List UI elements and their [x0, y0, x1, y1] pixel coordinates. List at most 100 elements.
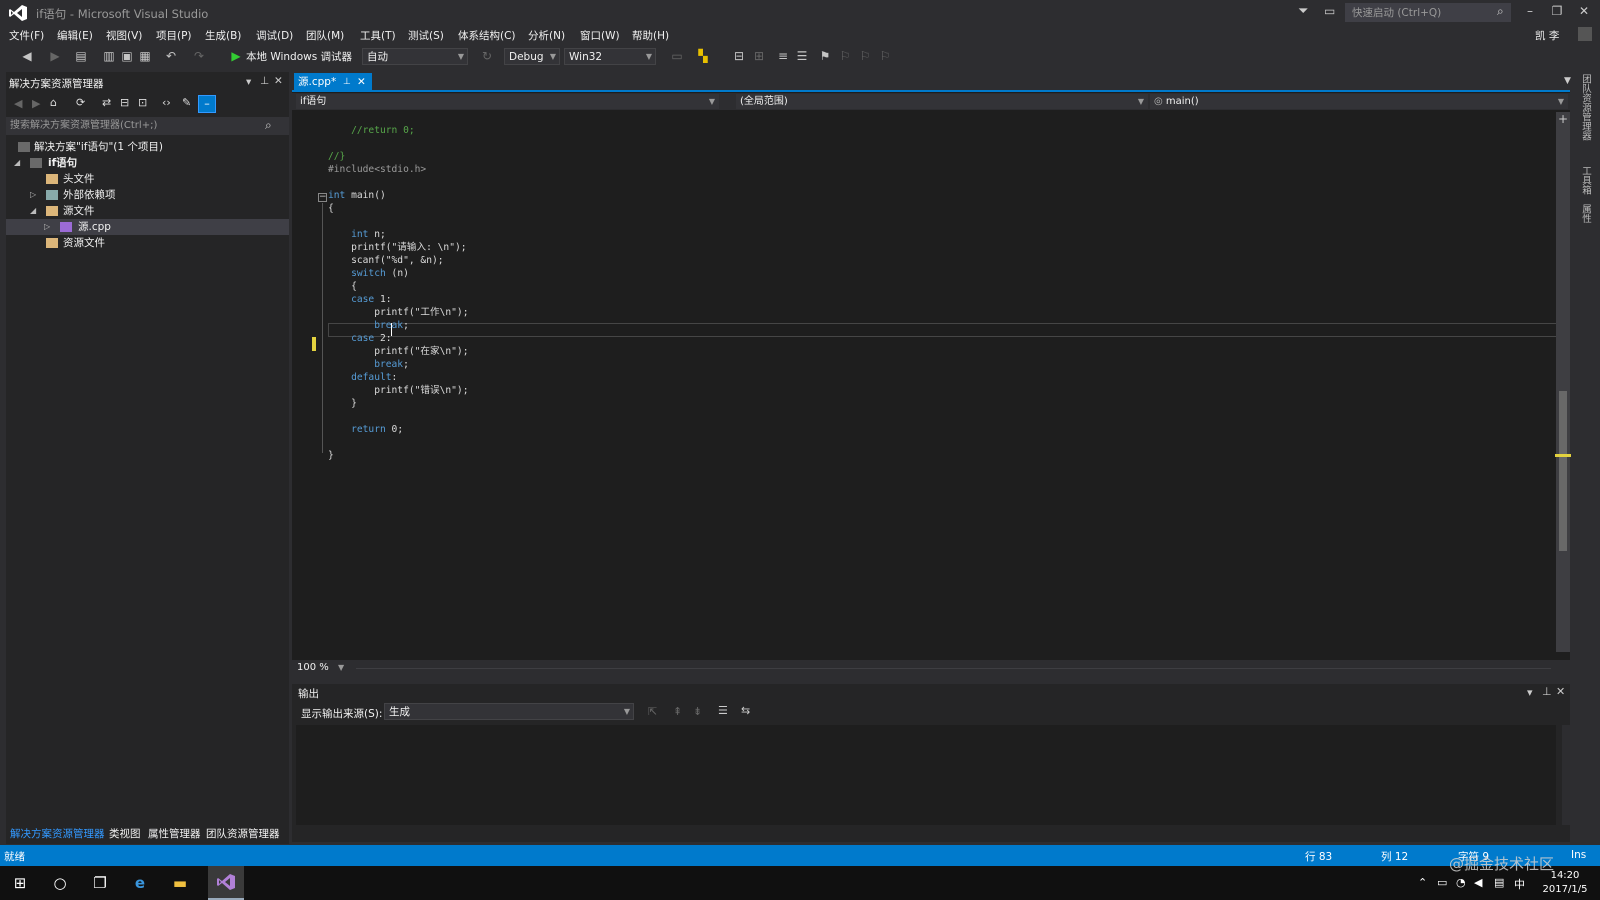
code-line[interactable]: #include<stdio.h>	[328, 163, 426, 176]
start-debug-icon[interactable]: ▶	[229, 49, 243, 63]
code-line[interactable]: int main()	[328, 189, 386, 202]
clear-bookmark-icon[interactable]: ⚐	[878, 49, 892, 63]
ime-indicator[interactable]: 中	[1514, 876, 1525, 892]
rail-team-explorer[interactable]: 团队资源管理器	[1578, 74, 1592, 141]
open-file-icon[interactable]: ▥	[102, 49, 116, 63]
preview-selected-icon[interactable]: –	[198, 95, 216, 113]
collapse-triangle-icon[interactable]: ▷	[44, 219, 50, 235]
feedback-icon[interactable]: ▭	[1324, 4, 1335, 18]
menu-edit[interactable]: 编辑(E)	[57, 28, 93, 43]
code-line[interactable]: printf("在家\n");	[328, 345, 468, 358]
code-line[interactable]: break;	[328, 319, 409, 332]
save-all-icon[interactable]: ▦	[138, 49, 152, 63]
attach-icon[interactable]: ▭	[670, 49, 684, 63]
indent-icon[interactable]: ≡	[776, 49, 790, 63]
rail-toolbox[interactable]: 工具箱	[1578, 166, 1592, 195]
expand-triangle-icon[interactable]: ◢	[14, 155, 20, 171]
code-line[interactable]: case 1:	[328, 293, 391, 306]
tree-item-project[interactable]: ◢ if语句	[6, 155, 289, 171]
bookmark-icon[interactable]: ⚑	[818, 49, 832, 63]
tree-item-solution[interactable]: 解决方案"if语句"(1 个项目)	[6, 139, 289, 155]
tree-item-source-files[interactable]: ◢ 源文件	[6, 203, 289, 219]
start-debug-button[interactable]: 本地 Windows 调试器	[246, 49, 352, 64]
menu-tools[interactable]: 工具(T)	[360, 28, 396, 43]
build-config-combo[interactable]: Debug ▼	[504, 48, 560, 65]
redo-icon[interactable]: ↷	[192, 49, 206, 63]
panel-menu-icon[interactable]: ▾	[246, 76, 251, 88]
properties-icon[interactable]: ✎	[182, 96, 191, 109]
menu-window[interactable]: 窗口(W)	[580, 28, 620, 43]
horizontal-scrollbar[interactable]	[356, 668, 1551, 669]
tab-overflow-icon[interactable]: ▼	[1564, 76, 1571, 86]
home-icon[interactable]: ⌂	[50, 96, 57, 109]
code-line[interactable]: {	[328, 280, 357, 293]
code-line[interactable]: {	[328, 202, 334, 215]
avatar[interactable]	[1578, 27, 1592, 41]
panel-menu-icon[interactable]: ▾	[1527, 686, 1533, 699]
scrollbar-thumb[interactable]	[1559, 391, 1567, 551]
tree-item-resource-files[interactable]: 资源文件	[6, 235, 289, 251]
task-view-icon[interactable]: ❐	[88, 872, 112, 894]
tree-item-source-cpp[interactable]: ▷ 源.cpp	[6, 219, 289, 235]
prev-bookmark-icon[interactable]: ⚐	[838, 49, 852, 63]
back-icon[interactable]: ◀	[14, 97, 22, 110]
code-line[interactable]: case 2:	[328, 332, 391, 345]
solution-search-input[interactable]: 搜索解决方案资源管理器(Ctrl+;)	[6, 117, 289, 135]
expand-triangle-icon[interactable]: ◢	[30, 203, 36, 219]
next-message-icon[interactable]: ⇟	[693, 705, 702, 718]
close-button[interactable]: ✕	[1573, 4, 1595, 22]
code-line[interactable]: }	[328, 449, 334, 462]
show-all-files-icon[interactable]: ⊡	[138, 96, 147, 109]
find-message-icon[interactable]: ⇱	[648, 705, 657, 718]
close-icon[interactable]: ✕	[274, 75, 283, 87]
member-nav-combo[interactable]: ◎ main() ▼	[1150, 94, 1568, 109]
close-icon[interactable]: ✕	[1556, 685, 1565, 698]
menu-debug[interactable]: 调试(D)	[256, 28, 293, 43]
output-text-area[interactable]	[296, 725, 1556, 825]
view-code-icon[interactable]: ‹›	[162, 96, 171, 109]
windows-start-icon[interactable]: ⊞	[8, 872, 32, 894]
collapse-triangle-icon[interactable]: ▷	[30, 187, 36, 203]
code-line[interactable]: switch (n)	[328, 267, 409, 280]
close-icon[interactable]: ✕	[357, 73, 366, 91]
chevron-down-icon[interactable]: ▼	[338, 663, 344, 672]
new-project-icon[interactable]: ▤	[74, 49, 88, 63]
prev-message-icon[interactable]: ⇞	[673, 705, 682, 718]
code-line[interactable]: break;	[328, 358, 409, 371]
scope-nav-combo[interactable]: (全局范围) ▼	[736, 94, 1148, 109]
pin-icon[interactable]: ⊥	[343, 73, 351, 91]
uncomment-icon[interactable]: ⊞	[752, 49, 766, 63]
network-icon[interactable]: ◔	[1456, 876, 1466, 889]
zoom-level[interactable]: 100 %	[297, 662, 329, 673]
code-line[interactable]: return 0;	[328, 423, 403, 436]
action-center-icon[interactable]: ▤	[1494, 876, 1504, 889]
output-scrollbar[interactable]	[1562, 725, 1570, 825]
tab-source-cpp[interactable]: 源.cpp* ⊥ ✕	[294, 73, 372, 91]
menu-test[interactable]: 测试(S)	[408, 28, 444, 43]
filter-icon[interactable]: ⏷	[1298, 4, 1308, 19]
file-explorer-icon[interactable]: ▬	[168, 872, 192, 894]
search-icon[interactable]: ⌕	[265, 118, 272, 133]
pin-icon[interactable]: ⊥	[1542, 685, 1552, 698]
code-line[interactable]: //return 0;	[328, 124, 415, 137]
sync-icon[interactable]: ⟳	[76, 96, 85, 109]
menu-view[interactable]: 视图(V)	[106, 28, 142, 43]
output-source-combo[interactable]: 生成 ▼	[384, 703, 634, 720]
rail-properties[interactable]: 属性	[1578, 204, 1592, 223]
edge-icon[interactable]: e	[128, 872, 152, 894]
minimize-button[interactable]: –	[1519, 4, 1541, 22]
search-icon[interactable]: ⌕	[1497, 4, 1504, 19]
tab-class-view[interactable]: 类视图	[109, 826, 141, 841]
project-nav-combo[interactable]: if语句 ▼	[296, 94, 719, 109]
word-wrap-icon[interactable]: ⇆	[741, 704, 750, 717]
code-line[interactable]: printf("工作\n");	[328, 306, 468, 319]
find-icon[interactable]: ▚	[696, 49, 710, 63]
forward-icon[interactable]: ▶	[48, 49, 62, 63]
menu-file[interactable]: 文件(F)	[9, 28, 44, 43]
save-icon[interactable]: ▣	[120, 49, 134, 63]
solution-config-combo[interactable]: 自动 ▼	[362, 48, 468, 65]
tree-item-external-deps[interactable]: ▷ 外部依赖项	[6, 187, 289, 203]
menu-help[interactable]: 帮助(H)	[632, 28, 669, 43]
tray-expand-icon[interactable]: ⌃	[1418, 876, 1427, 889]
outdent-icon[interactable]: ☰	[795, 49, 809, 63]
